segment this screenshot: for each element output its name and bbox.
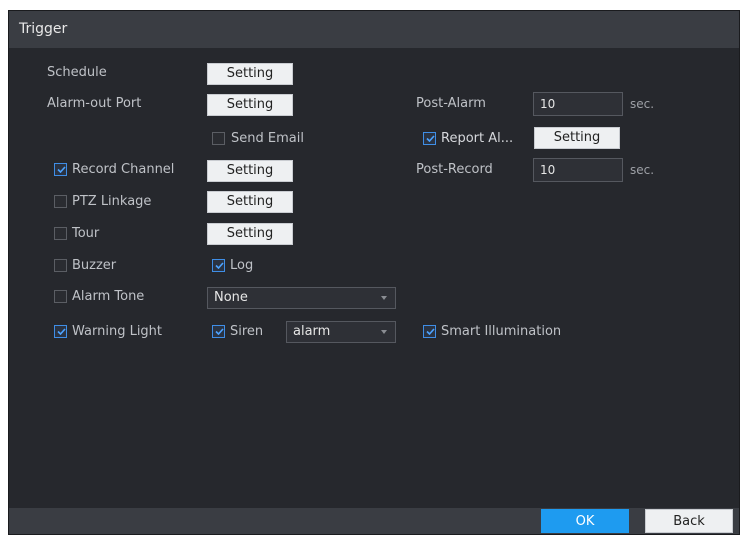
ok-button[interactable]: OK: [541, 509, 629, 533]
siren-label: Siren: [230, 324, 264, 339]
check-icon: [426, 328, 435, 335]
check-icon: [57, 328, 66, 335]
check-icon: [426, 135, 435, 142]
smart-illumination-checkbox[interactable]: [423, 325, 436, 338]
alarm-tone-label: Alarm Tone: [72, 289, 145, 304]
post-alarm-label: Post-Alarm: [416, 96, 486, 111]
send-email-label: Send Email: [231, 131, 304, 146]
record-channel-checkbox[interactable]: [54, 163, 67, 176]
back-button[interactable]: Back: [645, 509, 733, 533]
ptz-linkage-setting-button[interactable]: Setting: [207, 191, 293, 213]
post-record-unit: sec.: [630, 163, 655, 177]
warning-light-label: Warning Light: [72, 324, 163, 339]
send-email-checkbox[interactable]: [212, 132, 225, 145]
check-icon: [57, 166, 66, 173]
siren-select[interactable]: alarm: [286, 321, 396, 343]
siren-value: alarm: [293, 324, 331, 339]
check-icon: [215, 328, 224, 335]
tour-setting-button[interactable]: Setting: [207, 223, 293, 245]
buzzer-label: Buzzer: [72, 258, 117, 273]
post-alarm-unit: sec.: [630, 97, 655, 111]
report-alarm-setting-button[interactable]: Setting: [534, 127, 620, 149]
schedule-setting-button[interactable]: Setting: [207, 63, 293, 85]
trigger-dialog: Trigger Schedule Setting Alarm-out Port …: [8, 10, 740, 535]
dialog-footer: OK Back: [9, 508, 739, 534]
alarm-tone-value: None: [214, 290, 248, 305]
alarm-tone-select[interactable]: None: [207, 287, 396, 309]
tour-checkbox[interactable]: [54, 227, 67, 240]
tour-label: Tour: [72, 226, 100, 241]
dialog-title: Trigger: [9, 11, 739, 48]
warning-light-checkbox[interactable]: [54, 325, 67, 338]
post-record-label: Post-Record: [416, 162, 493, 177]
schedule-label: Schedule: [47, 65, 107, 80]
siren-checkbox[interactable]: [212, 325, 225, 338]
alarm-tone-checkbox[interactable]: [54, 290, 67, 303]
log-checkbox[interactable]: [212, 259, 225, 272]
ptz-linkage-checkbox[interactable]: [54, 195, 67, 208]
check-icon: [215, 262, 224, 269]
alarm-out-port-label: Alarm-out Port: [47, 96, 142, 111]
buzzer-checkbox[interactable]: [54, 259, 67, 272]
smart-illumination-label: Smart Illumination: [441, 324, 562, 339]
record-channel-setting-button[interactable]: Setting: [207, 160, 293, 182]
post-alarm-input[interactable]: 10: [533, 92, 623, 116]
alarm-out-port-setting-button[interactable]: Setting: [207, 94, 293, 116]
report-alarm-label: Report Al...: [441, 131, 514, 146]
record-channel-label: Record Channel: [72, 162, 175, 177]
chevron-down-icon: [381, 296, 387, 300]
post-record-input[interactable]: 10: [533, 158, 623, 182]
report-alarm-checkbox[interactable]: [423, 132, 436, 145]
log-label: Log: [230, 258, 254, 273]
ptz-linkage-label: PTZ Linkage: [72, 194, 152, 209]
chevron-down-icon: [381, 330, 387, 334]
